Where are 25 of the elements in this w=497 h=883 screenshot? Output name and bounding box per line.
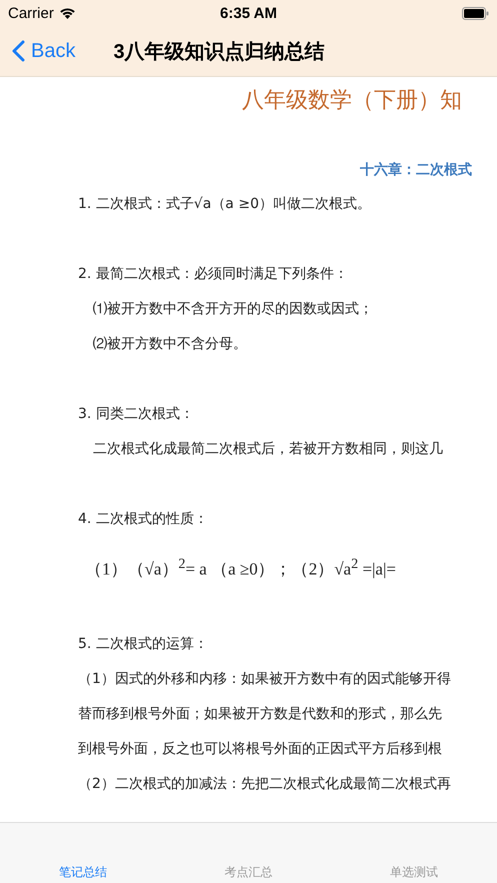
tab-item[interactable]: 单选测试 — [331, 864, 497, 883]
formula-text: （1）（√a）$^{2}$= a （a ≥0）；（2）√a$^{2}$ =|a|= — [84, 555, 397, 581]
section-heading: 3. 同类二次根式： — [77, 405, 195, 424]
paragraph-text: ⑵被开方数中不含分母。 — [92, 335, 248, 354]
wifi-icon — [58, 7, 76, 19]
section-heading: 4. 二次根式的性质： — [77, 510, 209, 529]
chapter-heading: 十六章：二次根式 — [359, 161, 473, 179]
paragraph-text: 替而移到根号外面；如果被开方数是代数和的形式，那么先 — [77, 705, 443, 724]
carrier-label: Carrier — [8, 4, 54, 22]
section-heading: 1. 二次根式：式子√a（a ≥0）叫做二次根式。 — [77, 195, 372, 214]
clock-time: 6:35 AM — [220, 4, 277, 22]
paragraph-text: （2）二次根式的加减法：先把二次根式化成最简二次根式再 — [77, 775, 452, 794]
chevron-left-icon — [12, 40, 25, 62]
section-heading: 5. 二次根式的运算： — [77, 635, 209, 654]
paragraph-text: ⑴被开方数中不含开方开的尽的因数或因式； — [92, 300, 374, 319]
tab-item[interactable]: 考点汇总 — [166, 864, 332, 883]
paragraph-text: 到根号外面，反之也可以将根号外面的正因式平方后移到根 — [77, 740, 443, 759]
paragraph-text: 二次根式化成最简二次根式后，若被开方数相同，则这几 — [92, 440, 444, 459]
section-heading: 2. 最简二次根式：必须同时满足下列条件： — [77, 265, 349, 284]
tab-item[interactable]: 笔记总结 — [0, 864, 166, 883]
back-button[interactable]: Back — [12, 40, 76, 62]
page-title: 3八年级知识点归纳总结 — [113, 40, 325, 64]
document-title: 八年级数学（下册）知 — [241, 86, 463, 114]
battery-icon — [462, 6, 489, 20]
paragraph-text: （1）因式的外移和内移：如果被开方数中有的因式能够开得 — [77, 670, 452, 689]
